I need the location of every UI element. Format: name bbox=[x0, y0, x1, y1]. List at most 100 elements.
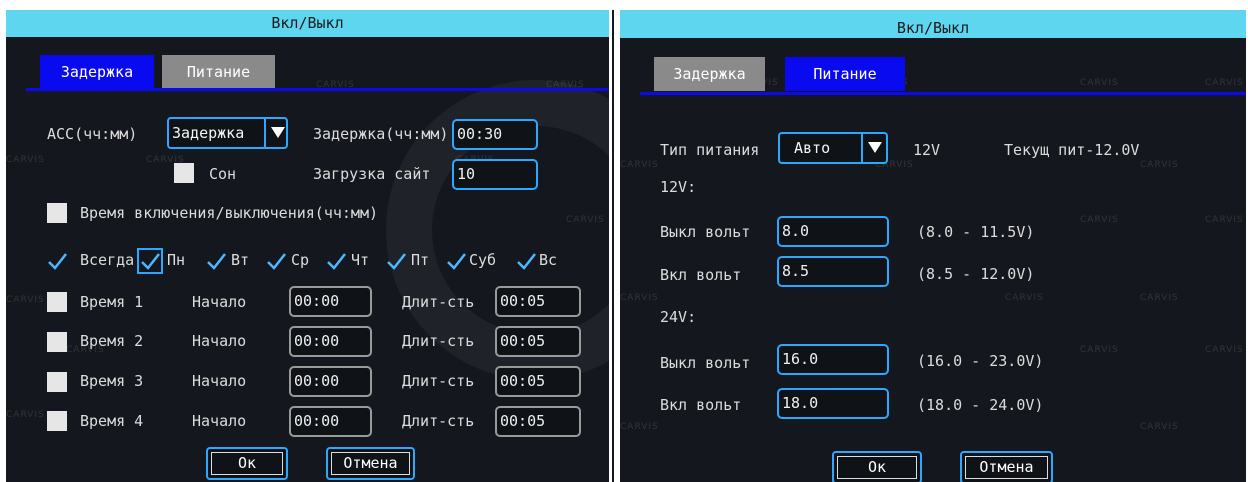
v24-on-label: Вкл вольт bbox=[660, 396, 742, 414]
time-3-start-label: Начало bbox=[192, 372, 247, 390]
time-2-start-input[interactable]: 00:00 bbox=[289, 326, 372, 357]
dropdown-separator bbox=[861, 134, 863, 162]
check-icon bbox=[327, 253, 346, 270]
ok-button-label: Ок bbox=[837, 456, 917, 479]
time-2-checkbox[interactable] bbox=[47, 332, 67, 352]
v12-on-input[interactable]: 8.5 bbox=[777, 256, 889, 287]
v12-header: 12V: bbox=[660, 178, 697, 196]
time-4-duration-input[interactable]: 00:05 bbox=[495, 406, 581, 437]
power-type-label: Тип питания bbox=[660, 141, 760, 159]
v24-on-input[interactable]: 18.0 bbox=[777, 388, 889, 419]
check-icon bbox=[267, 253, 286, 270]
sun-checkbox[interactable] bbox=[515, 250, 537, 272]
time-4-start-label: Начало bbox=[192, 412, 247, 430]
watermark: CARVIS bbox=[1005, 293, 1044, 303]
check-icon bbox=[387, 253, 406, 270]
v12-off-label: Выкл вольт bbox=[660, 223, 751, 241]
sleep-checkbox[interactable] bbox=[174, 163, 194, 183]
check-icon bbox=[447, 253, 466, 270]
wed-label: Ср bbox=[291, 251, 310, 269]
schedule-label: Время включения/выключения(чч:мм) bbox=[80, 204, 379, 222]
watermark: CARVIS bbox=[1205, 215, 1244, 225]
thu-checkbox[interactable] bbox=[325, 250, 347, 272]
tue-label: Вт bbox=[231, 251, 250, 269]
time-4-duration-label: Длит-сть bbox=[402, 412, 475, 430]
watermark: CARVIS bbox=[620, 160, 659, 170]
v24-on-range: (18.0 - 24.0V) bbox=[917, 396, 1044, 414]
always-checkbox[interactable] bbox=[46, 250, 68, 272]
time-1-start-label: Начало bbox=[192, 293, 247, 311]
time-3-start-input[interactable]: 00:00 bbox=[289, 366, 372, 397]
thu-label: Чт bbox=[351, 251, 370, 269]
power-type-value: Авто bbox=[794, 139, 831, 157]
watermark: CARVIS bbox=[1205, 345, 1244, 355]
time-4-start-input[interactable]: 00:00 bbox=[289, 406, 372, 437]
schedule-checkbox[interactable] bbox=[47, 203, 67, 223]
ok-button[interactable]: Ок bbox=[206, 447, 288, 480]
v12-off-range: (8.0 - 11.5V) bbox=[917, 223, 1035, 241]
acc-mode-dropdown[interactable]: Задержка bbox=[167, 117, 288, 149]
mon-label: Пн bbox=[167, 251, 186, 269]
time-1-duration-label: Длит-сть bbox=[402, 293, 475, 311]
tab-underline bbox=[640, 92, 1246, 95]
time-1-start-input[interactable]: 00:00 bbox=[289, 286, 372, 317]
watermark: CARVIS bbox=[620, 422, 659, 432]
cancel-button-label: Отмена bbox=[965, 456, 1048, 479]
time-4-label: Время 4 bbox=[80, 412, 144, 430]
time-3-duration-label: Длит-сть bbox=[402, 372, 475, 390]
sat-label: Суб bbox=[469, 251, 497, 269]
tab-power[interactable]: Питание bbox=[162, 55, 275, 89]
tab-delay[interactable]: Задержка bbox=[40, 55, 154, 89]
watermark: CARVIS bbox=[1205, 78, 1244, 88]
cancel-button-label: Отмена bbox=[331, 452, 410, 475]
power-type-dropdown[interactable]: Авто bbox=[778, 132, 888, 164]
tab-delay[interactable]: Задержка bbox=[654, 57, 765, 91]
time-2-label: Время 2 bbox=[80, 332, 144, 350]
cancel-button[interactable]: Отмена bbox=[326, 447, 415, 480]
v12-on-label: Вкл вольт bbox=[660, 266, 742, 284]
tue-checkbox[interactable] bbox=[205, 250, 227, 272]
ok-button[interactable]: Ок bbox=[832, 451, 922, 482]
window-title: Вкл/Выкл bbox=[620, 10, 1246, 38]
watermark: CARVIS bbox=[1080, 215, 1119, 225]
tab-underline bbox=[26, 88, 609, 91]
check-icon bbox=[517, 253, 536, 270]
time-4-checkbox[interactable] bbox=[47, 411, 67, 431]
watermark: CARVIS bbox=[1080, 345, 1119, 355]
time-1-checkbox[interactable] bbox=[47, 292, 67, 312]
ok-button-label: Ок bbox=[211, 452, 283, 475]
v12-off-input[interactable]: 8.0 bbox=[777, 216, 889, 247]
delay-label: Задержка(чч:мм) bbox=[313, 125, 449, 143]
watermark: CARVIS bbox=[1140, 293, 1179, 303]
sleep-label: Сон bbox=[209, 165, 237, 183]
sat-checkbox[interactable] bbox=[445, 250, 467, 272]
time-2-duration-input[interactable]: 00:05 bbox=[495, 326, 581, 357]
window-title: Вкл/Выкл bbox=[6, 10, 609, 37]
fri-checkbox[interactable] bbox=[385, 250, 407, 272]
watermark: CARVIS bbox=[6, 295, 45, 305]
tab-power[interactable]: Питание bbox=[785, 57, 905, 91]
time-3-duration-input[interactable]: 00:05 bbox=[495, 366, 581, 397]
check-icon bbox=[48, 253, 67, 270]
onoff-panel-delay: CARVIS CARVIS CARVIS CARVIS CARVIS CARVI… bbox=[6, 10, 609, 482]
mon-checkbox[interactable] bbox=[137, 248, 163, 274]
power-voltage: 12V bbox=[913, 141, 941, 159]
time-1-duration-input[interactable]: 00:05 bbox=[495, 286, 581, 317]
watermark: CARVIS bbox=[620, 293, 659, 303]
acc-label: ACC(чч:мм) bbox=[47, 125, 138, 143]
watermark: CARVIS bbox=[566, 215, 605, 225]
wed-checkbox[interactable] bbox=[265, 250, 287, 272]
watermark: CARVIS bbox=[1140, 422, 1179, 432]
current-voltage: Текущ пит-12.0V bbox=[1004, 141, 1140, 159]
delay-input[interactable]: 00:30 bbox=[452, 119, 538, 150]
dropdown-separator bbox=[264, 119, 266, 147]
v24-off-input[interactable]: 16.0 bbox=[777, 344, 889, 375]
v24-header: 24V: bbox=[660, 308, 697, 326]
onoff-panel-power: CARVIS CARVIS CARVIS CARVIS CARVIS CARVI… bbox=[620, 10, 1246, 482]
v12-on-range: (8.5 - 12.0V) bbox=[917, 265, 1035, 283]
upload-input[interactable]: 10 bbox=[452, 159, 538, 190]
cancel-button[interactable]: Отмена bbox=[960, 451, 1053, 482]
fri-label: Пт bbox=[411, 251, 430, 269]
time-3-label: Время 3 bbox=[80, 372, 144, 390]
time-3-checkbox[interactable] bbox=[47, 372, 67, 392]
